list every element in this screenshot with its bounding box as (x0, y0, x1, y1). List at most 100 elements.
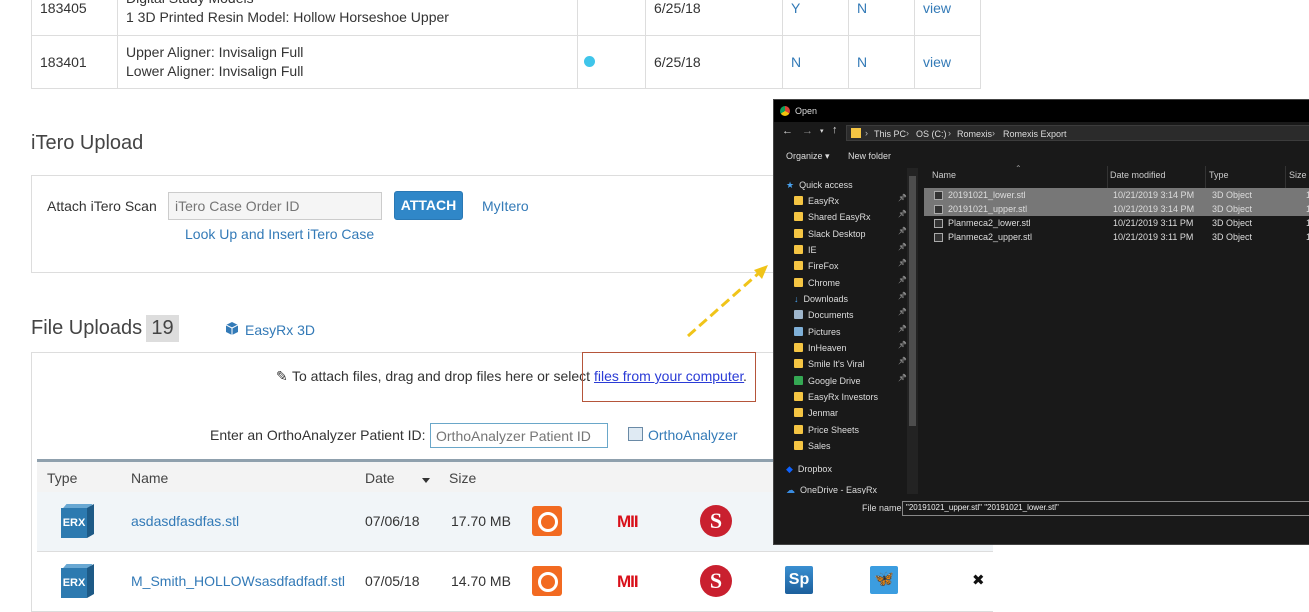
nav-item[interactable]: Smile It's Viral (794, 357, 865, 371)
up-icon[interactable]: ↑ (832, 124, 838, 136)
dialog-titlebar: Open (774, 100, 1309, 122)
file-row[interactable]: 20191021_lower.stl 10/21/2019 3:14 PM 3D O… (924, 188, 1309, 202)
folder-icon (794, 245, 803, 254)
nav-item[interactable]: ↓ Downloads (794, 292, 848, 306)
folder-icon (794, 408, 803, 417)
mii-icon[interactable]: MII (617, 512, 639, 532)
nav-item[interactable]: FireFox (794, 259, 839, 273)
orange-app-icon[interactable] (532, 566, 562, 596)
nav-item[interactable]: Chrome (794, 276, 840, 290)
order-item: 1 3D Printed Resin Model: Hollow Horsesh… (126, 9, 449, 25)
pin-icon: 📌 (898, 342, 907, 349)
nav-item-label: FireFox (808, 261, 839, 271)
breadcrumb-romexis-export[interactable]: Romexis Export (1003, 129, 1067, 139)
delete-icon[interactable]: ✖ (972, 571, 985, 589)
folder-icon (794, 343, 803, 352)
orthoanalyzer-id-input[interactable] (430, 423, 608, 448)
nav-item[interactable]: IE (794, 243, 817, 257)
orthoanalyzer-link[interactable]: OrthoAnalyzer (648, 427, 737, 443)
gdrive-icon (794, 376, 803, 385)
file-date: 07/05/18 (365, 573, 420, 589)
column-size[interactable]: Size (449, 470, 476, 486)
flag1-link[interactable]: Y (791, 0, 800, 16)
itero-case-id-input[interactable] (168, 192, 382, 220)
orthoanalyzer-icon (628, 427, 643, 441)
file-type: 3D Object (1212, 190, 1253, 200)
nav-scrollbar[interactable] (907, 168, 918, 494)
nav-item[interactable]: Slack Desktop (794, 227, 866, 241)
nav-item-label: Smile It's Viral (808, 359, 865, 369)
order-id: 183401 (31, 35, 118, 89)
breadcrumb-drive[interactable]: OS (C:) (916, 129, 947, 139)
nav-item[interactable]: InHeaven (794, 341, 847, 355)
lookup-itero-link[interactable]: Look Up and Insert iTero Case (185, 226, 374, 242)
arrow-icon (687, 265, 768, 338)
erx-file-icon[interactable]: ERX (61, 503, 95, 539)
breadcrumb-romexis[interactable]: Romexis (957, 129, 992, 139)
file-date: 10/21/2019 3:11 PM (1113, 218, 1194, 228)
scroll-thumb[interactable] (909, 176, 916, 426)
easyrx-3d-link[interactable]: EasyRx 3D (245, 322, 315, 338)
nav-item[interactable]: Shared EasyRx (794, 210, 871, 224)
sort-up-icon: ⌃ (1015, 164, 1022, 173)
nav-item[interactable]: EasyRx Investors (794, 390, 878, 404)
attach-button[interactable]: ATTACH (394, 191, 463, 220)
filename-input[interactable]: "20191021_upper.stl" "20191021_lower.stl… (902, 501, 1309, 516)
column-date[interactable]: Date (365, 470, 395, 486)
breadcrumb-this-pc[interactable]: This PC (874, 129, 906, 139)
column-name[interactable]: Name (932, 170, 956, 180)
order-item: Digital Study Models (126, 0, 569, 8)
mii-icon[interactable]: MII (617, 572, 639, 592)
nav-item[interactable]: Sales (794, 439, 831, 453)
flag1-link[interactable]: N (791, 54, 801, 70)
erx-file-icon[interactable]: ERX (61, 563, 95, 599)
history-icon[interactable]: ▾ (820, 127, 824, 135)
file-date: 10/21/2019 3:14 PM (1113, 190, 1195, 200)
view-link[interactable]: view (923, 54, 951, 70)
column-date-modified[interactable]: Date modified (1110, 170, 1166, 180)
forward-icon[interactable]: → (802, 125, 813, 137)
s-app-icon[interactable]: S (700, 505, 732, 537)
navigation-pane: ★ Quick access EasyRx 📌 Shared EasyRx 📌 Slack … (774, 168, 919, 495)
nav-item-label: Slack Desktop (808, 229, 866, 239)
pin-icon: 📌 (898, 375, 907, 382)
back-icon[interactable]: ← (782, 125, 793, 137)
orange-app-icon[interactable] (532, 506, 562, 536)
column-size[interactable]: Size (1289, 170, 1307, 180)
file-row[interactable]: Planmeca2_upper.stl 10/21/2019 3:11 PM 3D … (924, 230, 1309, 244)
folder-icon (794, 359, 803, 368)
nav-item[interactable]: Price Sheets (794, 423, 859, 437)
nav-item[interactable]: EasyRx (794, 194, 839, 208)
myitero-link[interactable]: MyItero (482, 198, 529, 214)
nav-item[interactable]: Pictures (794, 325, 841, 339)
path-box[interactable]: › This PC › OS (C:) › Romexis › Romexis … (846, 125, 1309, 141)
column-name[interactable]: Name (131, 470, 168, 486)
file-name: Planmeca2_upper.stl (948, 232, 1033, 242)
column-type[interactable]: Type (47, 470, 77, 486)
nav-item[interactable]: Documents (794, 308, 854, 322)
file-name-link[interactable]: asdasdfasdfas.stl (131, 513, 239, 529)
column-type[interactable]: Type (1209, 170, 1229, 180)
nav-item[interactable]: ★ Quick access (786, 178, 853, 192)
file-row[interactable]: 20191021_upper.stl 10/21/2019 3:14 PM 3D O… (924, 202, 1309, 216)
s-app-icon[interactable]: S (700, 565, 732, 597)
3d-object-icon (934, 191, 943, 200)
3d-object-icon (934, 205, 943, 214)
nav-item[interactable]: Jenmar (794, 406, 838, 420)
file-name-link[interactable]: M_Smith_HOLLOWsasdfadfadf.stl (131, 573, 345, 589)
new-folder-button[interactable]: New folder (848, 151, 891, 161)
nav-item[interactable]: Google Drive (794, 374, 861, 388)
nav-item-label: InHeaven (808, 343, 847, 353)
butterfly-app-icon[interactable]: 🦋 (870, 566, 898, 594)
file-size: 14.70 MB (451, 573, 511, 589)
table-row: 183405 Digital Study Models 1 3D Printed… (31, 0, 981, 36)
flag2-link[interactable]: N (857, 54, 867, 70)
view-link[interactable]: view (923, 0, 951, 16)
order-date: 6/25/18 (645, 35, 783, 89)
status-cell (577, 35, 646, 89)
file-row[interactable]: Planmeca2_lower.stl 10/21/2019 3:11 PM 3D … (924, 216, 1309, 230)
flag2-link[interactable]: N (857, 0, 867, 16)
sp-app-icon[interactable]: Sp (785, 566, 813, 594)
nav-item[interactable]: ◆ Dropbox (786, 462, 832, 476)
organize-button[interactable]: Organize ▾ (786, 151, 830, 162)
